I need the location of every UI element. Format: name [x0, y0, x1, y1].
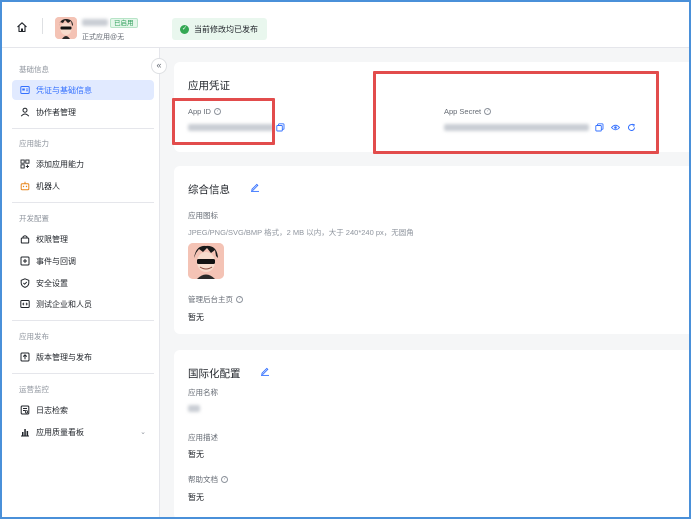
app-id-value-redacted	[188, 124, 274, 131]
copy-icon[interactable]	[276, 123, 285, 132]
sidebar-item-quality-board[interactable]: 应用质量看板 ⌄	[12, 422, 154, 442]
app-id-label-text: App ID	[188, 107, 211, 116]
app-name-redacted	[82, 19, 108, 26]
app-desc-value: 暂无	[188, 450, 204, 459]
section-title-monitoring: 运营监控	[19, 385, 49, 394]
user-icon	[20, 107, 30, 117]
header-divider	[42, 18, 43, 34]
section-title-capabilities: 应用能力	[19, 139, 49, 148]
refresh-icon[interactable]	[627, 123, 636, 132]
status-badge: 已启用	[110, 18, 138, 28]
credentials-card: 应用凭证 App ID ? App Secret ?	[174, 62, 689, 152]
section-divider	[12, 320, 154, 321]
homepage-label-text: 管理后台主页	[188, 295, 233, 304]
shield-icon	[20, 278, 30, 288]
section-divider	[12, 128, 154, 129]
top-header: 已启用 正式应用@无 ✓ 当前修改均已发布	[2, 2, 689, 48]
sidebar-item-collaborators[interactable]: 协作者管理	[12, 102, 154, 122]
sidebar-item-label: 日志检索	[36, 405, 68, 415]
edit-icon[interactable]	[250, 182, 260, 192]
grid-plus-icon	[20, 159, 30, 169]
i18n-card: 国际化配置 应用名称 应用描述 暂无 帮助文档 ? 暂无	[174, 350, 689, 517]
sidebar-item-label: 凭证与基础信息	[36, 85, 92, 95]
sidebar-item-credentials[interactable]: 凭证与基础信息	[12, 80, 154, 100]
help-icon[interactable]: ?	[213, 108, 221, 115]
sidebar: 基础信息 凭证与基础信息 协作者管理 应用能力 添加应用能力 机器人 开发配置 …	[2, 48, 160, 517]
section-title-basic: 基础信息	[19, 65, 49, 74]
sidebar-item-versions[interactable]: 版本管理与发布	[12, 347, 154, 367]
help-icon[interactable]: ?	[484, 108, 492, 115]
chevron-down-icon[interactable]: ⌄	[140, 428, 146, 436]
sidebar-item-logs[interactable]: 日志检索	[12, 400, 154, 420]
sidebar-item-permissions[interactable]: 权限管理	[12, 229, 154, 249]
collapse-sidebar-icon[interactable]: «	[151, 58, 167, 74]
event-icon	[20, 256, 30, 266]
sidebar-item-label: 事件与回调	[36, 256, 76, 266]
log-icon	[20, 405, 30, 415]
app-name-label: 应用名称	[188, 388, 218, 397]
help-icon[interactable]: ?	[221, 476, 228, 483]
homepage-value: 暂无	[188, 313, 204, 322]
app-name-value-redacted	[188, 405, 200, 412]
robot-icon	[20, 181, 30, 191]
check-circle-icon: ✓	[180, 24, 189, 34]
sidebar-item-label: 机器人	[36, 181, 60, 191]
sidebar-item-robot[interactable]: 机器人	[12, 176, 154, 196]
help-doc-label-text: 帮助文档	[188, 475, 218, 484]
copy-icon[interactable]	[595, 123, 604, 132]
sidebar-item-label: 权限管理	[36, 234, 68, 244]
publish-notice-text: 当前修改均已发布	[194, 24, 258, 34]
app-desc-label: 应用描述	[188, 433, 218, 442]
section-title-publish: 应用发布	[19, 332, 49, 341]
edit-icon[interactable]	[260, 366, 270, 376]
app-window: 已启用 正式应用@无 ✓ 当前修改均已发布 基础信息 凭证与基础信息 协作者管理…	[0, 0, 691, 519]
general-info-title: 综合信息	[188, 184, 230, 196]
app-subtitle: 正式应用@无	[82, 34, 125, 41]
app-secret-label-text: App Secret	[444, 107, 482, 116]
app-icon-label: 应用图标	[188, 211, 218, 220]
credential-icon	[20, 86, 30, 94]
credentials-title: 应用凭证	[188, 80, 230, 92]
sidebar-item-test-users[interactable]: 测试企业和人员	[12, 294, 154, 314]
sidebar-item-add-capability[interactable]: 添加应用能力	[12, 154, 154, 174]
app-secret-label: App Secret ?	[444, 107, 492, 116]
upload-icon	[20, 352, 30, 362]
help-doc-label: 帮助文档 ?	[188, 474, 228, 485]
app-avatar[interactable]	[55, 17, 77, 39]
sidebar-item-label: 版本管理与发布	[36, 352, 92, 362]
general-info-card: 综合信息 应用图标 JPEG/PNG/SVG/BMP 格式，2 MB 以内，大于…	[174, 166, 689, 334]
i18n-title: 国际化配置	[188, 368, 241, 380]
lock-icon	[20, 235, 30, 244]
sidebar-item-security[interactable]: 安全设置	[12, 273, 154, 293]
main-content: 应用凭证 App ID ? App Secret ? 综合信息 应用图标 JPE…	[160, 48, 689, 517]
eye-icon[interactable]	[611, 123, 620, 132]
app-secret-value-redacted	[444, 124, 589, 131]
section-divider	[12, 202, 154, 203]
home-icon[interactable]	[16, 21, 28, 33]
bar-chart-icon	[21, 429, 29, 437]
app-icon-preview[interactable]	[188, 243, 224, 279]
publish-notice: ✓ 当前修改均已发布	[172, 18, 267, 40]
sidebar-item-label: 协作者管理	[36, 107, 76, 117]
section-divider	[12, 373, 154, 374]
sidebar-item-label: 测试企业和人员	[36, 299, 92, 309]
code-icon	[20, 300, 30, 308]
sidebar-item-events[interactable]: 事件与回调	[12, 251, 154, 271]
section-title-dev-config: 开发配置	[19, 214, 49, 223]
sidebar-item-label: 添加应用能力	[36, 159, 84, 169]
homepage-label: 管理后台主页 ?	[188, 294, 243, 305]
app-icon-hint: JPEG/PNG/SVG/BMP 格式，2 MB 以内，大于 240*240 p…	[188, 228, 414, 237]
sidebar-item-label: 安全设置	[36, 278, 68, 288]
help-icon[interactable]: ?	[236, 296, 243, 303]
sidebar-item-label: 应用质量看板	[36, 427, 84, 437]
help-doc-value: 暂无	[188, 493, 204, 502]
app-id-label: App ID ?	[188, 107, 221, 116]
